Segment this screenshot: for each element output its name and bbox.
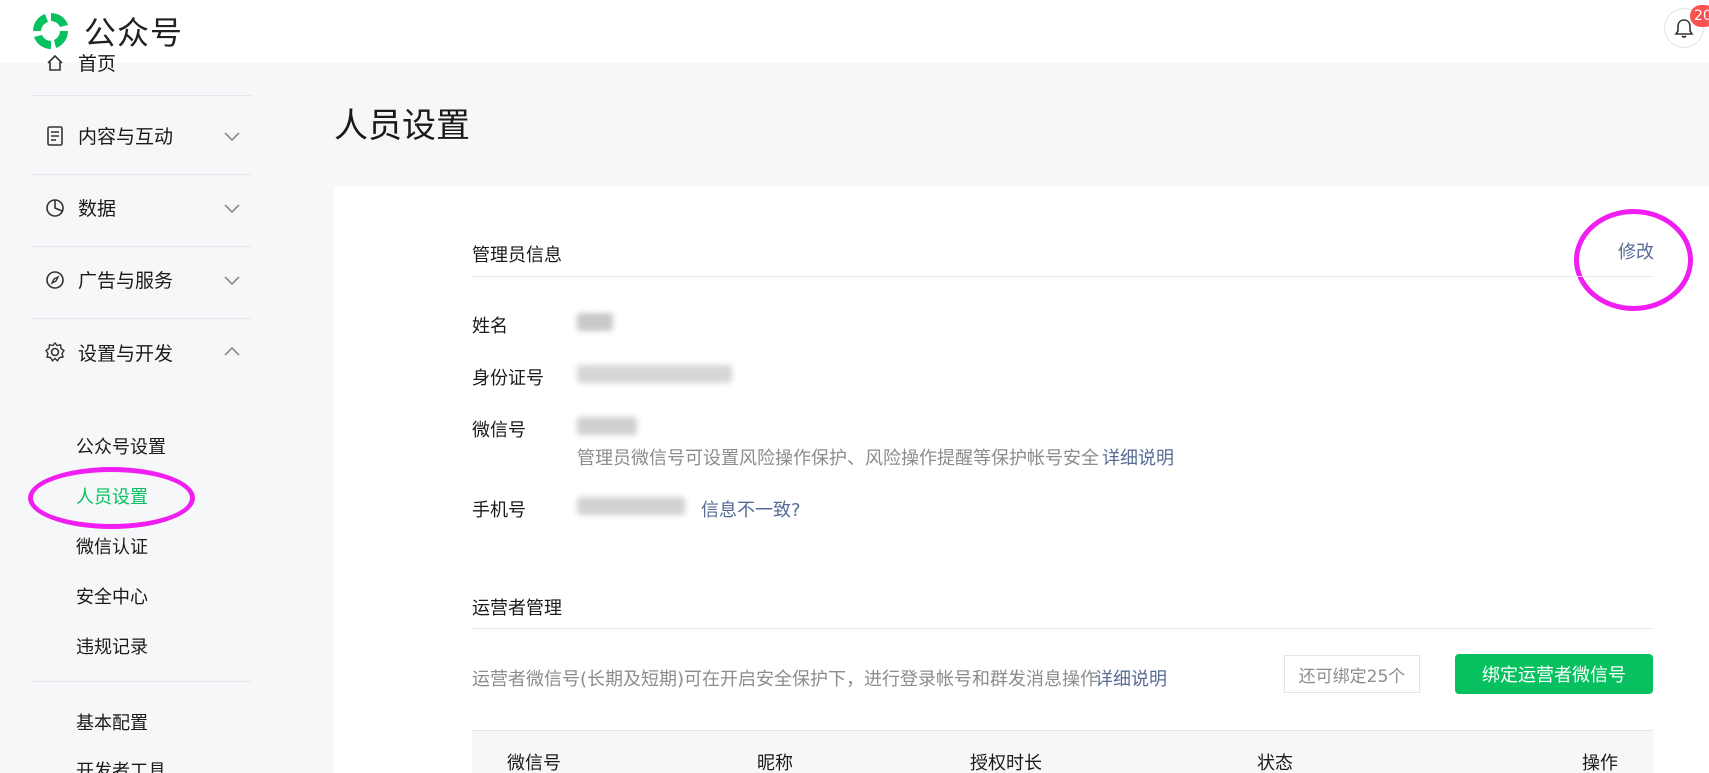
sidebar-item-developer-tools[interactable]: 开发者工具 <box>76 757 166 773</box>
top-bar: 公众号 20 <box>0 0 1709 63</box>
sidebar-item-home[interactable]: 首页 <box>32 30 252 96</box>
sidebar-divider <box>32 681 252 682</box>
chevron-down-icon <box>224 275 240 285</box>
sidebar-item-violation-records[interactable]: 违规记录 <box>76 633 148 659</box>
chevron-down-icon <box>224 131 240 141</box>
id-number-label: 身份证号 <box>472 368 544 389</box>
sidebar-group-data[interactable]: 数据 <box>32 169 252 247</box>
sidebar-item-account-settings[interactable]: 公众号设置 <box>76 433 166 459</box>
section-divider <box>472 276 1653 277</box>
sidebar-group-content[interactable]: 内容与互动 <box>32 97 252 175</box>
operators-hint: 运营者微信号(长期及短期)可在开启安全保护下，进行登录帐号和群发消息操作 <box>472 669 1099 690</box>
annotation-circle <box>28 467 195 529</box>
sidebar-item-security-center[interactable]: 安全中心 <box>76 583 148 609</box>
sidebar-group-label: 数据 <box>78 198 117 220</box>
notification-badge: 20 <box>1690 5 1709 27</box>
column-header-status: 状态 <box>1257 753 1293 773</box>
masked-id-number-value <box>577 365 732 383</box>
column-header-auth-duration: 授权时长 <box>970 753 1042 773</box>
compass-icon <box>44 269 66 291</box>
column-header-wechat-id: 微信号 <box>507 753 561 773</box>
sidebar-group-label: 内容与互动 <box>78 126 174 148</box>
operators-section-title: 运营者管理 <box>472 598 562 619</box>
home-icon <box>44 52 66 74</box>
wechat-id-hint: 管理员微信号可设置风险操作保护、风险操作提醒等保护帐号安全 <box>577 448 1099 469</box>
pie-chart-icon <box>44 197 66 219</box>
sidebar-group-ads[interactable]: 广告与服务 <box>32 241 252 319</box>
masked-phone-value <box>577 497 685 515</box>
phone-label: 手机号 <box>472 500 526 521</box>
remaining-binds-badge: 还可绑定25个 <box>1284 655 1420 693</box>
sidebar-group-label: 设置与开发 <box>78 342 174 365</box>
masked-name-value <box>577 313 613 331</box>
wechat-id-label: 微信号 <box>472 420 526 441</box>
sidebar-group-settings[interactable]: 设置与开发 <box>32 313 252 391</box>
admin-section-title: 管理员信息 <box>472 245 562 266</box>
sidebar-item-label: 首页 <box>78 53 117 75</box>
name-label: 姓名 <box>472 316 508 337</box>
operators-details-link[interactable]: 详细说明 <box>1095 665 1167 691</box>
operators-table-header: 微信号 昵称 授权时长 状态 操作 <box>472 730 1653 773</box>
chevron-down-icon <box>224 203 240 213</box>
page-title: 人员设置 <box>334 106 470 146</box>
sidebar-item-wechat-verification[interactable]: 微信认证 <box>76 533 148 559</box>
info-mismatch-link[interactable]: 信息不一致? <box>701 496 801 522</box>
sidebar-group-label: 广告与服务 <box>78 270 174 292</box>
column-header-actions: 操作 <box>1582 753 1618 773</box>
column-header-nickname: 昵称 <box>757 753 793 773</box>
section-divider <box>472 628 1653 629</box>
gear-icon <box>44 341 66 363</box>
sidebar-item-basic-config[interactable]: 基本配置 <box>76 709 148 735</box>
details-link[interactable]: 详细说明 <box>1102 444 1174 470</box>
masked-wechat-id-value <box>577 417 637 435</box>
bind-operator-button[interactable]: 绑定运营者微信号 <box>1455 654 1653 694</box>
annotation-circle <box>1574 209 1693 311</box>
chevron-up-icon <box>224 346 240 356</box>
document-icon <box>44 125 66 147</box>
